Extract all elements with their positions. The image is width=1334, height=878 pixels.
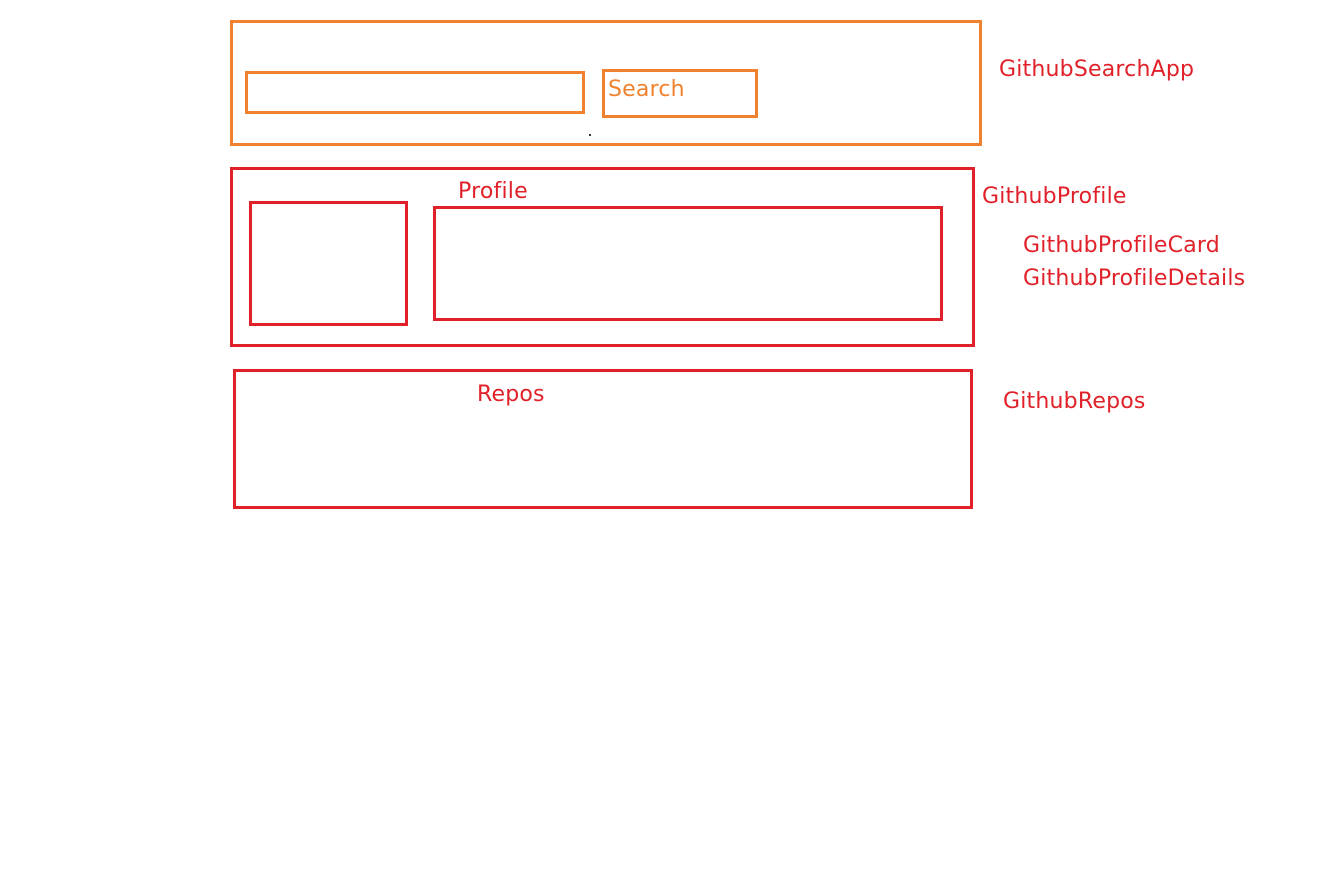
repos-heading: Repos xyxy=(477,382,545,407)
search-button-label: Search xyxy=(608,77,685,102)
repos-component-label: GithubRepos xyxy=(1003,389,1146,414)
profile-details-placeholder xyxy=(433,206,943,321)
profile-card-component-label: GithubProfileCard xyxy=(1023,233,1220,258)
profile-details-component-label: GithubProfileDetails xyxy=(1023,266,1246,291)
profile-component-label: GithubProfile xyxy=(982,184,1127,209)
search-input[interactable] xyxy=(245,71,585,114)
search-app-component-label: GithubSearchApp xyxy=(999,57,1195,82)
stray-dot xyxy=(589,134,591,136)
repos-container xyxy=(233,369,973,509)
profile-card-placeholder xyxy=(249,201,408,326)
profile-heading: Profile xyxy=(458,179,528,204)
